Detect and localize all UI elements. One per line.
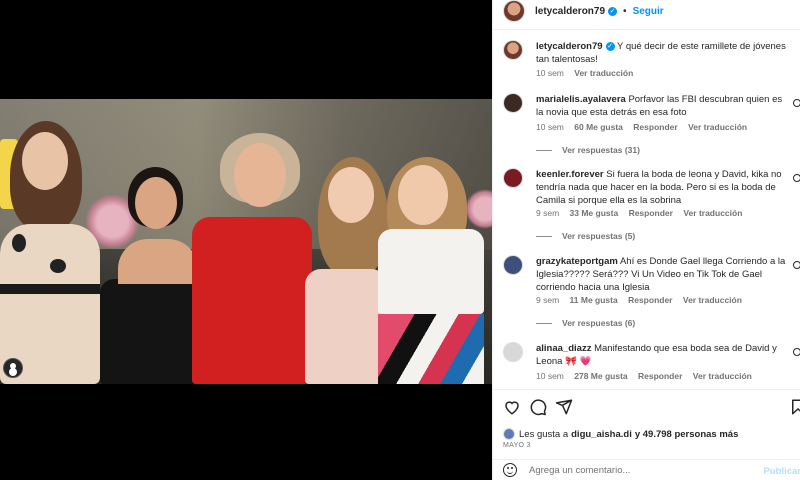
comment-text: keenler.forever Si fuera la boda de leon… — [536, 168, 791, 207]
author-username[interactable]: letycalderon79 — [535, 6, 605, 17]
comment-username[interactable]: alinaa_diazz — [536, 343, 591, 354]
header-divider — [493, 29, 800, 30]
comment-translate[interactable]: Ver traducción — [683, 295, 742, 305]
comment-text: alinaa_diazz Manifestando que esa boda s… — [536, 342, 791, 368]
comment-item: grazykateportgam Ahí es Donde Gael llega… — [503, 255, 800, 335]
comment-avatar[interactable] — [503, 342, 523, 362]
view-replies-label: Ver respuestas (31) — [562, 145, 640, 155]
comment-username[interactable]: marialelis.ayalavera — [536, 94, 626, 105]
comment-translate[interactable]: Ver traducción — [688, 122, 747, 132]
post-date: MAYO 3 — [503, 442, 531, 449]
author-avatar[interactable] — [503, 0, 525, 22]
comment-reply-button[interactable]: Responder — [638, 371, 682, 381]
view-replies-button[interactable]: Ver respuestas (31) — [536, 145, 640, 155]
likes-summary: Les gusta a digu_aisha.di y 49.798 perso… — [503, 428, 738, 440]
post-caption: letycalderon79 ✓ Y qué decir de este rami… — [503, 40, 800, 82]
caption-username[interactable]: letycalderon79 — [536, 41, 603, 52]
comment-item: keenler.forever Si fuera la boda de leon… — [503, 168, 800, 248]
comment-meta: 10 sem 278 Me gusta Responder Ver traduc… — [536, 371, 760, 381]
emoji-icon[interactable] — [503, 463, 517, 477]
comment-meta: 9 sem 11 Me gusta Responder Ver traducci… — [536, 295, 750, 305]
comment-like-icon[interactable] — [793, 348, 800, 356]
verified-icon: ✓ — [608, 6, 618, 16]
comment-avatar[interactable] — [503, 255, 523, 275]
comment-text: marialelis.ayalavera Porfavor las FBI de… — [536, 93, 791, 119]
post-panel: letycalderon79 ✓ • Seguir letycalderon79… — [492, 0, 800, 480]
caption-time: 10 sem — [536, 68, 564, 78]
comment-time: 9 sem — [536, 295, 560, 305]
view-replies-label: Ver respuestas (6) — [562, 318, 636, 328]
bookmark-icon[interactable] — [789, 398, 800, 416]
post-photo[interactable] — [0, 99, 492, 384]
comment-like-icon[interactable] — [793, 261, 800, 269]
likes-user[interactable]: digu_aisha.di — [571, 429, 632, 440]
caption-text: letycalderon79 ✓ Y qué decir de este rami… — [536, 40, 791, 66]
comment-meta: 9 sem 33 Me gusta Responder Ver traducci… — [536, 208, 750, 218]
comment-avatar[interactable] — [503, 168, 523, 188]
heart-icon[interactable] — [503, 398, 521, 416]
verified-icon: ✓ — [605, 41, 615, 51]
comment-reply-button[interactable]: Responder — [629, 208, 673, 218]
comment-icon[interactable] — [529, 398, 547, 416]
comment-likes[interactable]: 33 Me gusta — [570, 208, 619, 218]
comment-username[interactable]: grazykateportgam — [536, 256, 618, 267]
comment-likes[interactable]: 11 Me gusta — [570, 295, 618, 305]
action-bar — [503, 398, 800, 416]
publish-button[interactable]: Publicar — [764, 466, 800, 477]
actions-divider — [493, 389, 800, 390]
comment-item: alinaa_diazz Manifestando que esa boda s… — [503, 342, 800, 384]
header-dot: • — [623, 5, 627, 17]
comment-username[interactable]: keenler.forever — [536, 169, 604, 180]
caption-avatar[interactable] — [503, 40, 523, 60]
comment-reply-button[interactable]: Responder — [633, 122, 677, 132]
comment-likes[interactable]: 60 Me gusta — [574, 122, 623, 132]
comment-time: 10 sem — [536, 371, 564, 381]
comment-translate[interactable]: Ver traducción — [693, 371, 752, 381]
view-replies-label: Ver respuestas (5) — [562, 231, 636, 241]
comment-like-icon[interactable] — [793, 99, 800, 107]
view-replies-button[interactable]: Ver respuestas (5) — [536, 231, 635, 241]
comment-likes[interactable]: 278 Me gusta — [574, 371, 627, 381]
caption-translate[interactable]: Ver traducción — [574, 68, 633, 78]
add-comment-bar: Publicar — [493, 459, 800, 480]
view-replies-button[interactable]: Ver respuestas (6) — [536, 318, 635, 328]
comment-text: grazykateportgam Ahí es Donde Gael llega… — [536, 255, 791, 294]
follow-button[interactable]: Seguir — [633, 6, 664, 17]
caption-meta: 10 sem Ver traducción — [536, 68, 641, 78]
post-media — [0, 0, 492, 480]
share-icon[interactable] — [555, 398, 573, 416]
comment-meta: 10 sem 60 Me gusta Responder Ver traducc… — [536, 122, 755, 132]
comment-like-icon[interactable] — [793, 174, 800, 182]
likes-count[interactable]: y 49.798 personas más — [635, 429, 739, 440]
comment-time: 10 sem — [536, 122, 564, 132]
user-tag-icon[interactable] — [3, 358, 23, 378]
comment-item: marialelis.ayalavera Porfavor las FBI de… — [503, 93, 800, 163]
comment-avatar[interactable] — [503, 93, 523, 113]
comment-reply-button[interactable]: Responder — [628, 295, 672, 305]
comment-translate[interactable]: Ver traducción — [683, 208, 742, 218]
comment-input[interactable] — [529, 464, 749, 476]
liker-avatar — [503, 428, 515, 440]
likes-prefix: Les gusta a — [519, 428, 569, 440]
comment-time: 9 sem — [536, 208, 560, 218]
post-header: letycalderon79 ✓ • Seguir — [493, 0, 800, 22]
